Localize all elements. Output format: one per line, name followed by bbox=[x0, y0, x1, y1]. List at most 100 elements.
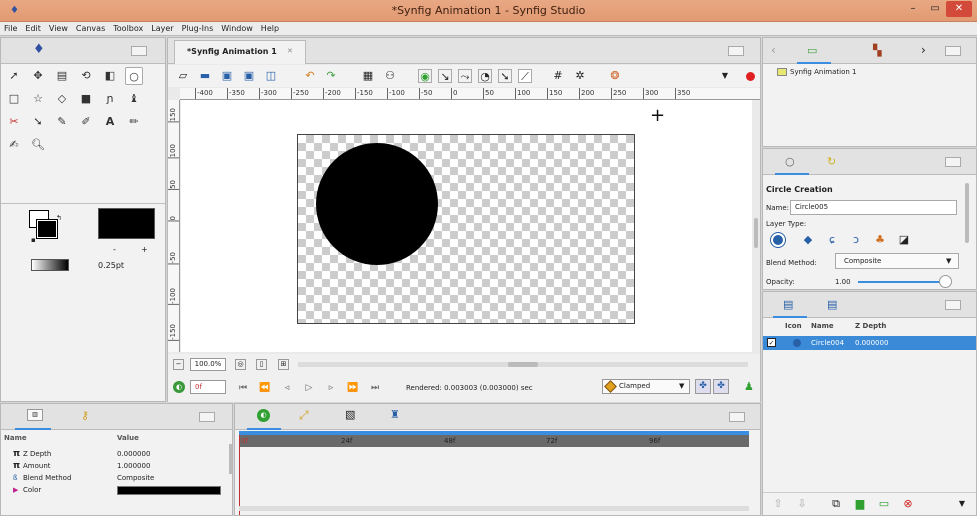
prev-frame-icon[interactable]: ◃ bbox=[280, 381, 294, 395]
param-row[interactable]: π Z Depth 0.000000 bbox=[1, 449, 229, 459]
lower-layer-icon[interactable]: ⇩ bbox=[795, 497, 809, 511]
show-handles-icon[interactable]: ◉ bbox=[418, 69, 432, 83]
canvas-frame[interactable] bbox=[297, 134, 635, 324]
outline-layer-type-icon[interactable]: ɕ bbox=[825, 233, 839, 247]
dock-handle-icon[interactable] bbox=[945, 300, 961, 310]
width-plus-button[interactable]: + bbox=[141, 245, 148, 254]
cutout-tool-icon[interactable]: ✂ bbox=[5, 113, 23, 131]
horizontal-scrollbar[interactable] bbox=[298, 362, 748, 367]
col-name-header[interactable]: Name bbox=[811, 322, 834, 330]
future-keyframes-lock-icon[interactable]: ✤ bbox=[713, 379, 729, 394]
dock-handle-icon[interactable] bbox=[199, 412, 215, 422]
circle-layer-type-icon[interactable] bbox=[770, 232, 786, 248]
param-value[interactable]: 1.000000 bbox=[117, 461, 150, 471]
close-button[interactable]: ✕ bbox=[946, 1, 972, 17]
param-value[interactable]: Composite bbox=[117, 473, 154, 483]
blend-method-select[interactable]: Composite ▼ bbox=[835, 253, 959, 269]
save-as-icon[interactable]: ▣ bbox=[242, 69, 256, 83]
params-splitter[interactable] bbox=[229, 444, 232, 474]
transform-tool-icon[interactable]: ➚ bbox=[5, 67, 23, 85]
vertical-scrollbar[interactable] bbox=[754, 218, 758, 248]
width-tool-icon[interactable]: ➘ bbox=[29, 113, 47, 131]
menu-canvas[interactable]: Canvas bbox=[72, 22, 109, 36]
scale-tool-icon[interactable]: ▤ bbox=[53, 67, 71, 85]
smooth-move-tool-icon[interactable]: ✥ bbox=[29, 67, 47, 85]
zoom-field[interactable]: 100.0% bbox=[190, 358, 226, 371]
dock-handle-icon[interactable] bbox=[131, 46, 147, 56]
param-row[interactable]: ß Blend Method Composite bbox=[1, 473, 229, 483]
keyframe-lock-icon[interactable]: ◐ bbox=[173, 381, 185, 393]
canvas-viewport[interactable]: + bbox=[181, 100, 752, 352]
zoom-fit-icon[interactable]: ▯ bbox=[256, 359, 267, 370]
spline-tool-icon[interactable]: ɲ bbox=[101, 90, 119, 108]
zoom-out-icon[interactable]: − bbox=[173, 359, 184, 370]
time-cursor[interactable] bbox=[239, 435, 240, 515]
delete-layer-icon[interactable]: ⊗ bbox=[901, 497, 915, 511]
curves-tab-icon[interactable]: ⤢ bbox=[299, 408, 309, 423]
mirror-tool-icon[interactable]: ◧ bbox=[101, 67, 119, 85]
params-col-value[interactable]: Value bbox=[117, 434, 139, 442]
polygon-tool-icon[interactable]: ◇ bbox=[53, 90, 71, 108]
params-col-name[interactable]: Name bbox=[4, 434, 27, 442]
encapsulate-icon[interactable]: ▆ bbox=[853, 497, 867, 511]
tab-synfig-animation-1[interactable]: *Synfig Animation 1 ✕ bbox=[174, 40, 306, 64]
rotate-tool-icon[interactable]: ⟲ bbox=[77, 67, 95, 85]
chevron-right-icon[interactable]: › bbox=[921, 43, 926, 57]
tool-options-tab-icon[interactable]: ○ bbox=[785, 155, 795, 168]
save-icon[interactable]: ▣ bbox=[220, 69, 234, 83]
width-handles-icon[interactable]: ↘ bbox=[438, 69, 452, 83]
zoom-in-icon[interactable]: ◎ bbox=[235, 359, 246, 370]
menu-plugins[interactable]: Plug-Ins bbox=[178, 22, 218, 36]
seek-end-icon[interactable]: ⏭ bbox=[368, 381, 382, 395]
next-frame-icon[interactable]: ▹ bbox=[324, 381, 338, 395]
canvas-browser-tab-icon[interactable]: ▭ bbox=[807, 44, 817, 57]
col-icon-header[interactable]: Icon bbox=[785, 322, 802, 330]
library-tab-icon[interactable]: ▚ bbox=[873, 44, 881, 57]
layer-row[interactable]: ✓ Circle004 0.000000 bbox=[763, 336, 976, 350]
menu-toolbox[interactable]: Toolbox bbox=[109, 22, 147, 36]
past-keyframes-lock-icon[interactable]: ✤ bbox=[695, 379, 711, 394]
history-tab-icon[interactable]: ↻ bbox=[827, 155, 836, 168]
undo-icon[interactable]: ↶ bbox=[303, 69, 317, 83]
scrollbar-thumb[interactable] bbox=[508, 362, 538, 367]
dock-handle-icon[interactable] bbox=[945, 46, 961, 56]
default-gradient-swatch[interactable] bbox=[31, 259, 69, 271]
param-row[interactable]: ▶ Color bbox=[1, 485, 229, 495]
draw-tool-icon[interactable]: ✐ bbox=[77, 113, 95, 131]
library-icon[interactable]: ♜ bbox=[390, 408, 400, 421]
vertex-handles-icon[interactable]: ⟋ bbox=[518, 69, 532, 83]
params-tab-icon[interactable]: ▥ bbox=[27, 409, 43, 421]
save-all-icon[interactable]: ◫ bbox=[264, 69, 278, 83]
tab-close-icon[interactable]: ✕ bbox=[287, 47, 293, 55]
param-row[interactable]: π Amount 1.000000 bbox=[1, 461, 229, 471]
gradient-preview[interactable] bbox=[98, 208, 155, 239]
interpolation-select[interactable]: Clamped ▼ bbox=[602, 379, 690, 394]
redo-icon[interactable]: ↷ bbox=[324, 69, 338, 83]
dock-handle-icon[interactable] bbox=[728, 46, 744, 56]
preview-icon[interactable]: ⚇ bbox=[383, 69, 397, 83]
toolbar-menu-icon[interactable]: ▼ bbox=[718, 69, 732, 83]
sound-tab-icon[interactable]: ▧ bbox=[345, 408, 355, 421]
fill-color-swatch[interactable] bbox=[36, 219, 58, 239]
radius-handles-icon[interactable]: ◔ bbox=[478, 69, 492, 83]
col-zdepth-header[interactable]: Z Depth bbox=[855, 322, 886, 330]
width-minus-button[interactable]: - bbox=[113, 245, 116, 254]
animation-mode-icon[interactable] bbox=[746, 72, 755, 81]
fill-tool-icon[interactable]: ♝ bbox=[125, 90, 143, 108]
circle-tool-icon[interactable]: ○ bbox=[125, 67, 143, 85]
layer-name-input[interactable]: Circle005 bbox=[790, 200, 957, 215]
gradient-tool-icon[interactable]: ■ bbox=[77, 90, 95, 108]
dock-handle-icon[interactable] bbox=[729, 412, 745, 422]
prev-keyframe-icon[interactable]: ⏪ bbox=[258, 381, 272, 395]
opacity-slider-track[interactable] bbox=[858, 281, 940, 283]
zoom-tool-icon[interactable]: 🔍︎ bbox=[29, 136, 47, 154]
dock-handle-icon[interactable] bbox=[945, 157, 961, 167]
brush-tool-icon[interactable]: ✍ bbox=[5, 136, 23, 154]
opacity-slider-handle[interactable] bbox=[939, 275, 952, 288]
layers-tab-icon[interactable]: ▤ bbox=[783, 298, 793, 311]
next-keyframe-icon[interactable]: ⏩ bbox=[346, 381, 360, 395]
current-frame-field[interactable]: 0f bbox=[190, 380, 226, 394]
grid-icon[interactable]: # bbox=[551, 69, 565, 83]
duplicate-layer-icon[interactable]: ⧉ bbox=[829, 497, 843, 511]
angle-handles-icon[interactable]: ➘ bbox=[498, 69, 512, 83]
